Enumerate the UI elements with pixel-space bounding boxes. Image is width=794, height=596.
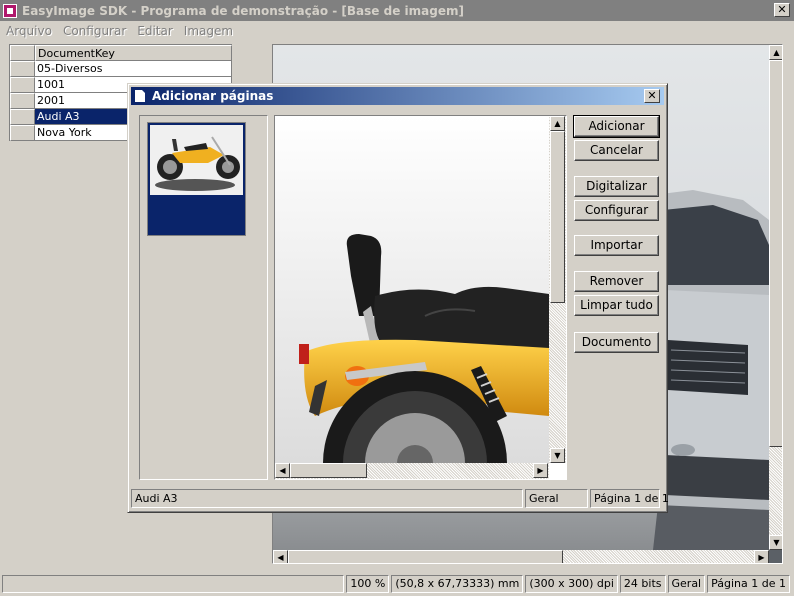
main-statusbar: 100 % (50,8 x 67,73333) mm (300 x 300) d… <box>0 573 794 595</box>
row-selector[interactable] <box>10 61 35 77</box>
cancelar-button[interactable]: Cancelar <box>574 140 659 161</box>
viewer-hscroll-thumb[interactable] <box>288 550 563 563</box>
menubar: Arquivo Configurar Editar Imagem <box>0 21 794 40</box>
preview-hscroll[interactable]: ◀ ▶ <box>275 463 549 479</box>
preview-vscroll[interactable]: ▲ ▼ <box>549 116 566 463</box>
window-titlebar[interactable]: EasyImage SDK - Programa de demonstração… <box>0 0 794 21</box>
thumbnail-image <box>150 125 243 195</box>
dialog-titlebar[interactable]: Adicionar páginas ✕ <box>131 87 664 105</box>
thumbnail-panel[interactable] <box>139 115 268 480</box>
viewer-hscroll[interactable]: ◀ ▶ <box>273 550 769 563</box>
configurar-button[interactable]: Configurar <box>574 200 659 221</box>
adicionar-button[interactable]: Adicionar <box>573 115 660 138</box>
viewer-scroll-right-button[interactable]: ▶ <box>754 550 769 563</box>
row-selector[interactable] <box>10 109 35 125</box>
viewer-scroll-up-button[interactable]: ▲ <box>769 45 782 60</box>
page-thumbnail[interactable] <box>147 122 246 236</box>
viewer-vscroll-thumb[interactable] <box>769 60 782 447</box>
preview-scroll-up-button[interactable]: ▲ <box>550 116 565 131</box>
table-row[interactable]: 05-Diversos <box>10 61 232 77</box>
status-dpi: (300 x 300) dpi <box>525 575 618 593</box>
window-title: EasyImage SDK - Programa de demonstração… <box>22 3 464 18</box>
window-close-button[interactable]: ✕ <box>774 3 790 17</box>
status-page: Página 1 de 1 <box>707 575 790 593</box>
row-selector[interactable] <box>10 125 35 141</box>
menu-imagem[interactable]: Imagem <box>184 24 233 38</box>
menu-arquivo[interactable]: Arquivo <box>6 24 52 38</box>
documento-button[interactable]: Documento <box>574 332 659 353</box>
status-profile: Geral <box>667 575 706 593</box>
add-pages-dialog: Adicionar páginas ✕ ▲ ▼ ◀ ▶ Adicionar Ca… <box>127 83 669 513</box>
remover-button[interactable]: Remover <box>574 271 659 292</box>
viewer-scroll-left-button[interactable]: ◀ <box>273 550 288 563</box>
menu-configurar[interactable]: Configurar <box>63 24 126 38</box>
dialog-status-document: Audi A3 <box>131 489 523 508</box>
dialog-title: Adicionar páginas <box>152 89 274 103</box>
importar-button[interactable]: Importar <box>574 235 659 256</box>
status-size: (50,8 x 67,73333) mm <box>391 575 524 593</box>
digitalizar-button[interactable]: Digitalizar <box>574 176 659 197</box>
status-zoom: 100 % <box>346 575 390 593</box>
viewer-vscroll[interactable]: ▲ ▼ <box>769 45 782 550</box>
viewer-scroll-down-button[interactable]: ▼ <box>769 535 782 550</box>
limpar-tudo-button[interactable]: Limpar tudo <box>574 295 659 316</box>
dialog-status-page: Página 1 de 1 <box>590 489 669 508</box>
preview-vscroll-thumb[interactable] <box>550 131 565 303</box>
row-selector[interactable] <box>10 77 35 93</box>
document-icon <box>135 90 145 102</box>
app-icon <box>3 3 17 18</box>
page-preview[interactable]: ▲ ▼ ◀ ▶ <box>274 115 567 480</box>
preview-scroll-left-button[interactable]: ◀ <box>275 463 290 478</box>
preview-scroll-down-button[interactable]: ▼ <box>550 448 565 463</box>
dialog-close-button[interactable]: ✕ <box>644 89 660 103</box>
grid-header-documentkey[interactable]: DocumentKey <box>35 45 232 61</box>
motorcycle-image <box>275 116 549 463</box>
dialog-status-profile: Geral <box>525 489 588 508</box>
row-selector[interactable] <box>10 93 35 109</box>
grid-cell[interactable]: 05-Diversos <box>35 61 232 77</box>
dialog-statusbar: Audi A3 Geral Página 1 de 1 <box>131 489 669 509</box>
grid-header-row: DocumentKey <box>10 45 232 61</box>
status-message <box>2 575 345 593</box>
preview-scroll-right-button[interactable]: ▶ <box>533 463 548 478</box>
menu-editar[interactable]: Editar <box>137 24 173 38</box>
status-bits: 24 bits <box>619 575 666 593</box>
preview-hscroll-thumb[interactable] <box>290 463 367 478</box>
grid-corner <box>10 45 35 61</box>
